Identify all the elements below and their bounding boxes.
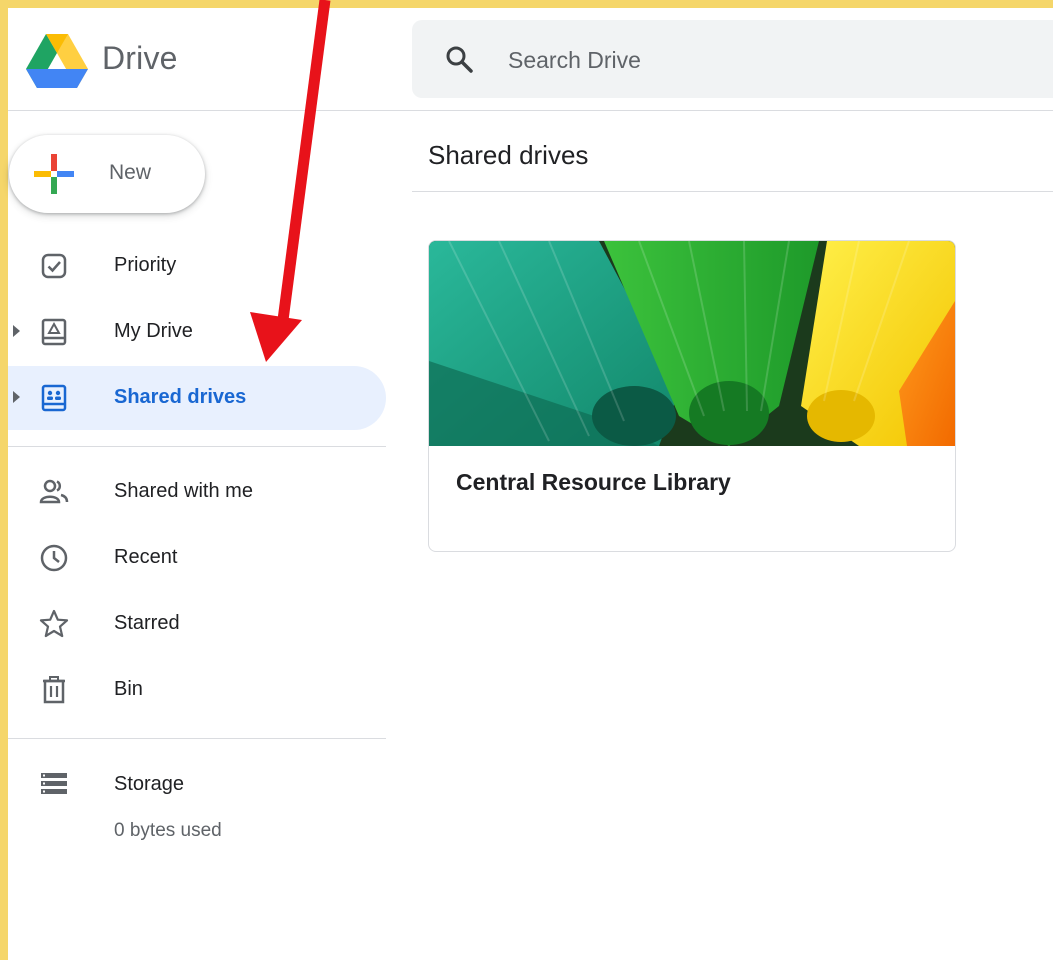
drive-cover-image (429, 241, 955, 446)
my-drive-icon (38, 316, 70, 348)
priority-icon (38, 250, 70, 282)
sidebar-item-label: Storage (114, 773, 185, 795)
expand-arrow-icon[interactable] (13, 391, 20, 403)
screenshot-border-top (0, 0, 1053, 8)
sidebar-item-shared-drives[interactable]: Shared drives (8, 366, 386, 430)
shared-drive-card[interactable]: Central Resource Library (428, 240, 956, 552)
screenshot-border-left (0, 0, 8, 960)
sidebar-item-recent[interactable]: Recent (8, 526, 386, 590)
sidebar-item-starred[interactable]: Starred (8, 592, 386, 656)
app-title[interactable]: Drive (102, 40, 178, 77)
drive-name: Central Resource Library (456, 469, 731, 495)
people-icon (38, 476, 70, 508)
header-divider (8, 110, 1053, 111)
search-input[interactable] (506, 42, 1010, 78)
plus-icon (34, 154, 74, 194)
shared-drives-icon (38, 382, 70, 414)
storage-usage-text: 0 bytes used (114, 820, 222, 841)
search-bar[interactable] (412, 20, 1053, 98)
sidebar-item-label: Shared with me (114, 480, 253, 502)
sidebar-item-label: Shared drives (114, 386, 247, 408)
expand-arrow-icon[interactable] (13, 325, 20, 337)
sidebar-item-shared-with-me[interactable]: Shared with me (8, 460, 386, 524)
search-icon[interactable] (444, 44, 474, 74)
sidebar-divider (8, 446, 386, 447)
sidebar-item-label: Recent (114, 546, 178, 568)
new-button[interactable]: New (9, 135, 205, 213)
sidebar-item-priority[interactable]: Priority (8, 234, 386, 298)
main-header-divider (412, 191, 1053, 192)
page-title: Shared drives (428, 140, 589, 170)
sidebar-item-bin[interactable]: Bin (8, 658, 386, 722)
sidebar-item-storage[interactable]: Storage (8, 753, 386, 817)
sidebar-item-label: Starred (114, 612, 180, 634)
drive-logo-icon[interactable] (26, 34, 88, 88)
storage-icon (38, 769, 70, 801)
sidebar-item-label: Priority (114, 254, 177, 276)
star-icon (38, 608, 70, 640)
sidebar-item-label: Bin (114, 678, 143, 700)
sidebar-item-label: My Drive (114, 320, 193, 342)
trash-icon (38, 674, 70, 706)
sidebar-divider (8, 738, 386, 739)
sidebar-item-my-drive[interactable]: My Drive (8, 300, 386, 364)
clock-icon (38, 542, 70, 574)
new-button-label: New (109, 161, 152, 184)
